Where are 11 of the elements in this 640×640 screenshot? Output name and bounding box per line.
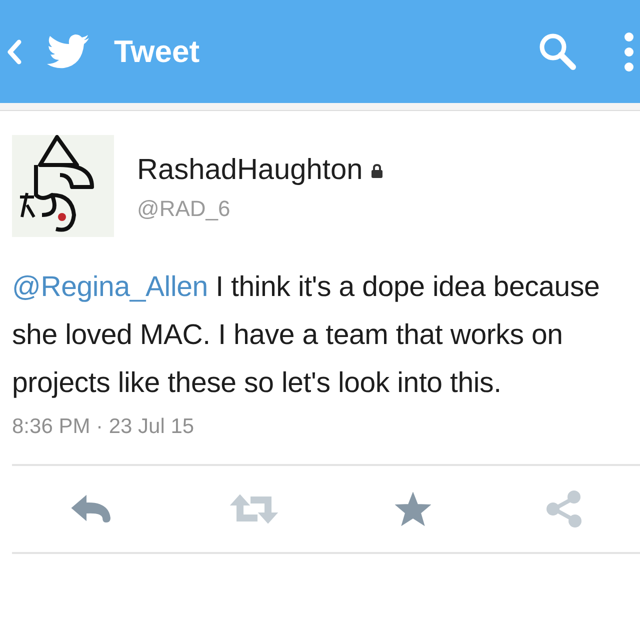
- mention-link[interactable]: @Regina_Allen: [12, 271, 208, 303]
- screen-title: Tweet: [114, 34, 200, 70]
- search-icon[interactable]: [538, 32, 578, 72]
- more-options-icon[interactable]: [624, 32, 634, 72]
- bird-logo-icon: [46, 32, 90, 70]
- back-icon[interactable]: [6, 38, 22, 64]
- author-handle: @RAD_6: [137, 196, 232, 222]
- star-icon[interactable]: [394, 492, 431, 526]
- tweet-timestamp: 8:36 PM · 23 Jul 15: [12, 415, 196, 439]
- tweet-text: @Regina_Allen I think it's a dope idea because she loved MAC. I have a team that works on projects like these so let's look into this.: [12, 270, 601, 401]
- author-name: RashadHaughton: [137, 153, 363, 188]
